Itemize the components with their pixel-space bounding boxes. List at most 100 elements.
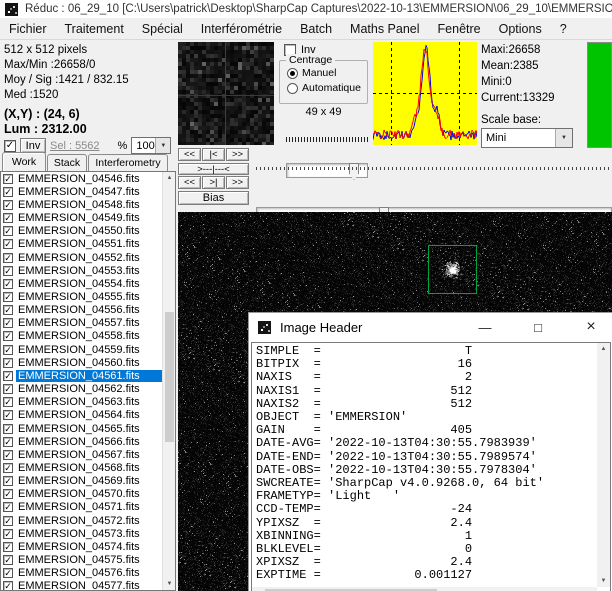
file-checkbox[interactable]: ✓ bbox=[3, 358, 13, 368]
nav-center-button[interactable]: >---|---< bbox=[178, 163, 249, 175]
header-horizontal-scrollbar[interactable]: ◄ ► bbox=[252, 587, 597, 591]
list-item[interactable]: ✓EMMERSION_04560.fits bbox=[1, 356, 162, 369]
box-size-slider[interactable] bbox=[286, 163, 368, 178]
list-item[interactable]: ✓EMMERSION_04575.fits bbox=[1, 554, 162, 567]
menu-fen-tre[interactable]: Fenêtre bbox=[429, 20, 490, 38]
file-checkbox[interactable]: ✓ bbox=[3, 568, 13, 578]
sel-count-link[interactable]: Sel : 5562 bbox=[50, 140, 100, 152]
radio-manual-icon[interactable] bbox=[287, 68, 298, 79]
file-checkbox[interactable]: ✓ bbox=[3, 305, 13, 315]
list-item[interactable]: ✓EMMERSION_04558.fits bbox=[1, 330, 162, 343]
scroll-up-icon[interactable]: ▲ bbox=[163, 172, 176, 184]
file-checkbox[interactable]: ✓ bbox=[3, 239, 13, 249]
file-checkbox[interactable]: ✓ bbox=[3, 213, 13, 223]
list-item[interactable]: ✓EMMERSION_04550.fits bbox=[1, 225, 162, 238]
zoom-thumbnail[interactable] bbox=[178, 42, 274, 145]
centering-manual-option[interactable]: Manuel bbox=[287, 67, 367, 79]
file-checkbox[interactable]: ✓ bbox=[3, 581, 13, 590]
scroll-down-icon[interactable]: ▼ bbox=[597, 575, 610, 587]
list-item[interactable]: ✓EMMERSION_04557.fits bbox=[1, 317, 162, 330]
list-item[interactable]: ✓EMMERSION_04570.fits bbox=[1, 488, 162, 501]
file-checkbox[interactable]: ✓ bbox=[3, 279, 13, 289]
minimize-icon[interactable]: — bbox=[463, 313, 507, 341]
nav-prev-button[interactable]: |< bbox=[202, 148, 225, 161]
menu-?[interactable]: ? bbox=[551, 20, 576, 38]
menu-options[interactable]: Options bbox=[490, 20, 551, 38]
file-checkbox[interactable]: ✓ bbox=[3, 437, 13, 447]
file-checkbox[interactable]: ✓ bbox=[3, 200, 13, 210]
list-item[interactable]: ✓EMMERSION_04572.fits bbox=[1, 514, 162, 527]
inv-button[interactable]: Inv bbox=[20, 138, 46, 153]
tab-work[interactable]: Work bbox=[2, 152, 46, 171]
list-item[interactable]: ✓EMMERSION_04547.fits bbox=[1, 185, 162, 198]
file-checkbox[interactable]: ✓ bbox=[3, 397, 13, 407]
file-checkbox[interactable]: ✓ bbox=[3, 502, 13, 512]
list-item[interactable]: ✓EMMERSION_04552.fits bbox=[1, 251, 162, 264]
file-checkbox[interactable]: ✓ bbox=[3, 174, 13, 184]
list-item[interactable]: ✓EMMERSION_04569.fits bbox=[1, 475, 162, 488]
menu-sp-cial[interactable]: Spécial bbox=[133, 20, 192, 38]
scale-base-select[interactable]: Mini ▼ bbox=[481, 128, 573, 148]
file-list-scrollbar[interactable]: ▲ ▼ bbox=[162, 172, 175, 590]
file-checkbox[interactable]: ✓ bbox=[3, 555, 13, 565]
list-item[interactable]: ✓EMMERSION_04564.fits bbox=[1, 409, 162, 422]
list-item[interactable]: ✓EMMERSION_04561.fits bbox=[1, 369, 162, 382]
image-header-titlebar[interactable]: Image Header — □ × bbox=[249, 313, 612, 341]
menu-interf-rom-trie[interactable]: Interférométrie bbox=[192, 20, 291, 38]
file-checkbox[interactable]: ✓ bbox=[3, 292, 13, 302]
header-vertical-scrollbar[interactable]: ▲ ▼ bbox=[597, 343, 610, 587]
list-item[interactable]: ✓EMMERSION_04568.fits bbox=[1, 461, 162, 474]
file-checkbox[interactable]: ✓ bbox=[3, 371, 13, 381]
list-item[interactable]: ✓EMMERSION_04553.fits bbox=[1, 264, 162, 277]
file-checkbox[interactable]: ✓ bbox=[3, 542, 13, 552]
list-item[interactable]: ✓EMMERSION_04556.fits bbox=[1, 304, 162, 317]
list-item[interactable]: ✓EMMERSION_04563.fits bbox=[1, 396, 162, 409]
file-checkbox[interactable]: ✓ bbox=[3, 331, 13, 341]
list-item[interactable]: ✓EMMERSION_04571.fits bbox=[1, 501, 162, 514]
nav-forward-button[interactable]: >> bbox=[226, 176, 249, 189]
file-checkbox[interactable]: ✓ bbox=[3, 187, 13, 197]
nav-next-button[interactable]: >> bbox=[226, 148, 249, 161]
file-checkbox[interactable]: ✓ bbox=[3, 384, 13, 394]
box-size-slider-thumb[interactable] bbox=[349, 163, 359, 180]
nav-first-button[interactable]: << bbox=[178, 148, 201, 161]
centering-auto-option[interactable]: Automatique bbox=[287, 82, 367, 94]
file-checkbox[interactable]: ✓ bbox=[3, 410, 13, 420]
menu-traitement[interactable]: Traitement bbox=[56, 20, 133, 38]
zoom-select[interactable]: 100 ▼ bbox=[131, 137, 171, 154]
scroll-down-icon[interactable]: ▼ bbox=[163, 578, 176, 590]
file-checkbox[interactable]: ✓ bbox=[3, 318, 13, 328]
list-item[interactable]: ✓EMMERSION_04562.fits bbox=[1, 383, 162, 396]
radio-auto-icon[interactable] bbox=[287, 83, 298, 94]
list-item[interactable]: ✓EMMERSION_04551.fits bbox=[1, 238, 162, 251]
file-checkbox[interactable]: ✓ bbox=[3, 463, 13, 473]
list-item[interactable]: ✓EMMERSION_04574.fits bbox=[1, 540, 162, 553]
scroll-right-icon[interactable]: ► bbox=[584, 587, 597, 591]
inv-checkbox[interactable]: ✓ bbox=[4, 140, 16, 152]
list-item[interactable]: ✓EMMERSION_04573.fits bbox=[1, 527, 162, 540]
file-checkbox[interactable]: ✓ bbox=[3, 476, 13, 486]
nav-step-button[interactable]: >| bbox=[202, 176, 225, 189]
list-item[interactable]: ✓EMMERSION_04565.fits bbox=[1, 422, 162, 435]
menu-maths-panel[interactable]: Maths Panel bbox=[341, 20, 428, 38]
scroll-up-icon[interactable]: ▲ bbox=[597, 343, 610, 355]
menu-batch[interactable]: Batch bbox=[291, 20, 341, 38]
list-item[interactable]: ✓EMMERSION_04566.fits bbox=[1, 435, 162, 448]
scroll-left-icon[interactable]: ◄ bbox=[252, 587, 265, 591]
file-checkbox[interactable]: ✓ bbox=[3, 529, 13, 539]
list-item[interactable]: ✓EMMERSION_04567.fits bbox=[1, 448, 162, 461]
file-checkbox[interactable]: ✓ bbox=[3, 266, 13, 276]
file-checkbox[interactable]: ✓ bbox=[3, 424, 13, 434]
tab-stack[interactable]: Stack bbox=[47, 154, 87, 171]
scrollbar-thumb[interactable] bbox=[165, 312, 174, 442]
file-checkbox[interactable]: ✓ bbox=[3, 253, 13, 263]
list-item[interactable]: ✓EMMERSION_04559.fits bbox=[1, 343, 162, 356]
close-icon[interactable]: × bbox=[569, 313, 612, 341]
file-checkbox[interactable]: ✓ bbox=[3, 450, 13, 460]
list-item[interactable]: ✓EMMERSION_04549.fits bbox=[1, 211, 162, 224]
list-item[interactable]: ✓EMMERSION_04554.fits bbox=[1, 277, 162, 290]
tab-interferometry[interactable]: Interferometry bbox=[88, 154, 168, 171]
chevron-down-icon[interactable]: ▼ bbox=[155, 138, 170, 153]
bias-button[interactable]: Bias bbox=[178, 191, 249, 205]
chevron-down-icon[interactable]: ▼ bbox=[555, 129, 572, 147]
